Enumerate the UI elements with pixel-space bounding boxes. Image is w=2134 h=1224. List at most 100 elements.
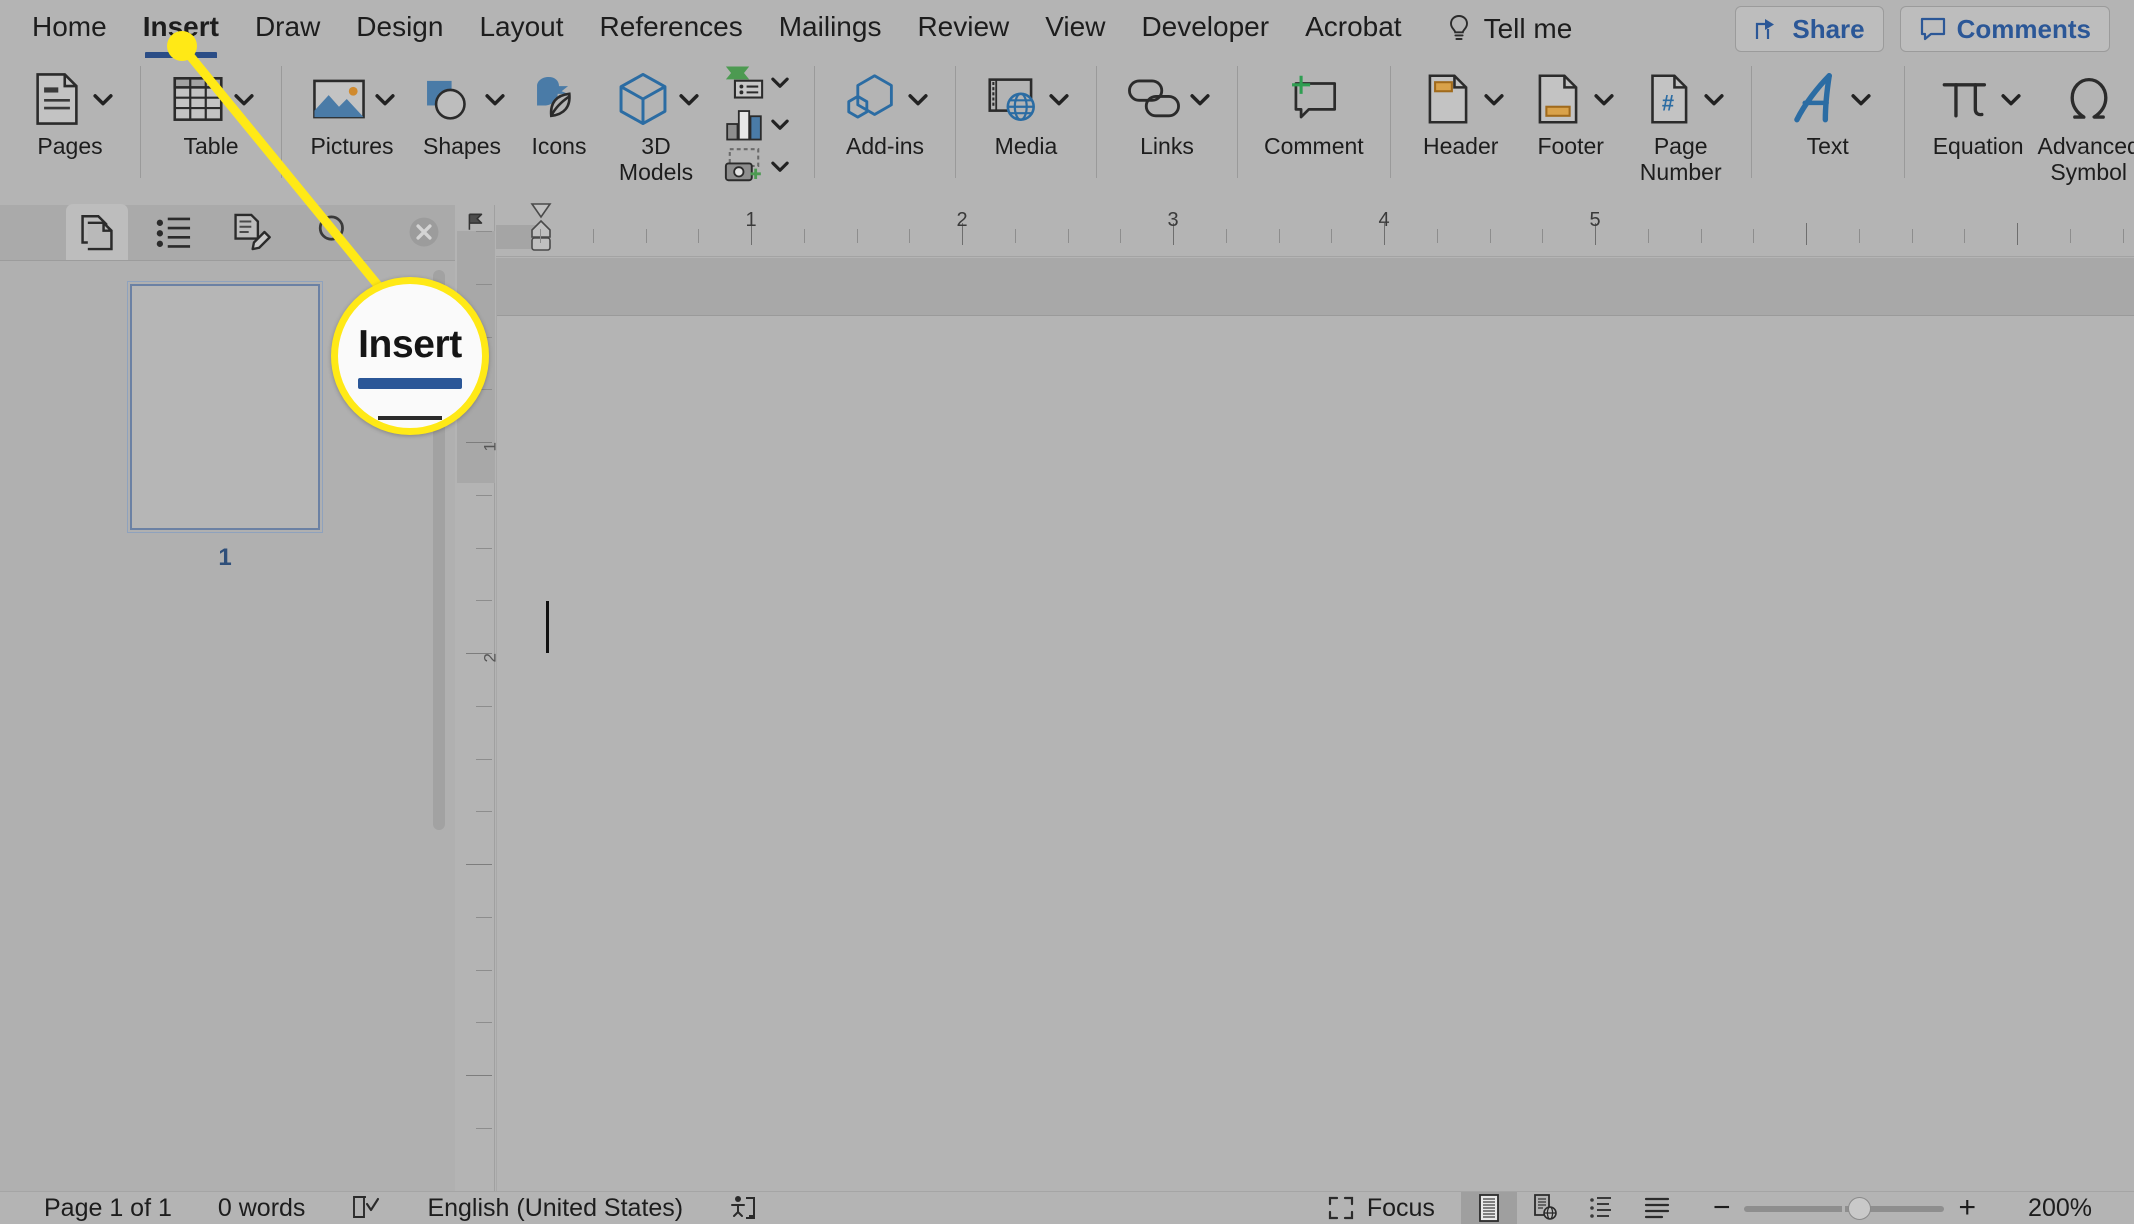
nav-search-button[interactable] [303, 204, 365, 260]
ribbon-button-equation[interactable]: Equation [1933, 58, 2024, 160]
ruler-minor-tick [2069, 229, 2071, 243]
page-count-status[interactable]: Page 1 of 1 [44, 1194, 172, 1223]
word-count-status[interactable]: 0 words [218, 1194, 306, 1223]
ribbon-tab-review[interactable]: Review [917, 11, 1009, 47]
view-outline-button[interactable] [1573, 1192, 1629, 1224]
chevron-down-icon[interactable] [1593, 68, 1615, 130]
ribbon-button-chart[interactable] [722, 104, 790, 144]
ribbon-tab-label: Developer [1141, 11, 1270, 42]
ribbon-tab-view[interactable]: View [1045, 11, 1105, 47]
vruler-minor-tick [476, 547, 492, 549]
ribbon-button-icons[interactable]: Icons [528, 58, 590, 160]
zoom-in-button[interactable]: + [1958, 1191, 1976, 1224]
zoom-out-button[interactable]: − [1713, 1191, 1731, 1224]
ribbon-button-links[interactable]: Links [1123, 58, 1211, 160]
ribbon-tab-insert[interactable]: Insert [143, 11, 219, 59]
page-thumbnail-number: 1 [218, 544, 232, 571]
vruler-minor-tick [476, 494, 492, 496]
tab-stop-marker[interactable] [465, 211, 487, 233]
ribbon-tab-design[interactable]: Design [356, 11, 443, 47]
ribbon-label-media: Media [994, 133, 1058, 159]
ribbon-label-header: Header [1422, 133, 1499, 159]
svg-text:#: # [1662, 91, 1674, 116]
focus-mode-button[interactable]: Focus [1327, 1194, 1435, 1223]
ribbon-button-comment[interactable]: Comment [1264, 58, 1364, 160]
ribbon-tab-home[interactable]: Home [32, 11, 107, 47]
ruler-tick-label: 5 [1589, 209, 1601, 231]
ruler-minor-tick [540, 229, 541, 243]
tell-me-search[interactable]: Tell me [1446, 13, 1572, 45]
ribbon-button-footer[interactable]: Footer [1527, 58, 1615, 160]
comments-label: Comments [1956, 13, 2091, 44]
ruler-minor-tick [1014, 229, 1016, 243]
chevron-down-icon[interactable] [907, 68, 929, 130]
ribbon-button-screenshot[interactable] [722, 146, 790, 186]
page-thumbnail-item[interactable]: 1 [127, 281, 323, 572]
zoom-slider[interactable] [1744, 1192, 1945, 1224]
accessibility-status-button[interactable] [729, 1194, 757, 1222]
ruler-tick-label: 1 [745, 209, 757, 231]
document-canvas[interactable] [496, 258, 2134, 1191]
chevron-down-icon[interactable] [374, 68, 396, 130]
nav-tab-outline[interactable] [142, 204, 204, 260]
ribbon-tab-layout[interactable]: Layout [479, 11, 563, 47]
chevron-down-icon[interactable] [1850, 68, 1872, 130]
comments-button[interactable]: Comments [1899, 6, 2110, 52]
chevron-down-icon[interactable] [484, 68, 506, 130]
ribbon-button-header[interactable]: Header [1417, 58, 1505, 160]
view-print-layout-button[interactable] [1460, 1191, 1517, 1224]
ribbon-button-smartart[interactable] [722, 62, 790, 102]
focus-label: Focus [1366, 1193, 1435, 1222]
chevron-down-icon[interactable] [1189, 68, 1211, 130]
vruler-major-tick [466, 864, 492, 865]
media-icon [988, 78, 1035, 121]
chevron-down-icon[interactable] [1703, 68, 1725, 130]
page-thumbnail[interactable] [127, 281, 323, 533]
ribbon-button-shapes[interactable]: Shapes [418, 58, 506, 160]
ribbon-button-text[interactable]: Text [1784, 58, 1872, 160]
print-layout-icon [1479, 1194, 1499, 1222]
ribbon-button-page-number[interactable]: # Page Number [1637, 58, 1725, 186]
chevron-down-icon[interactable] [92, 68, 114, 130]
chevron-down-icon[interactable] [2000, 68, 2022, 130]
chevron-down-icon[interactable] [770, 146, 790, 186]
ruler-minor-tick [1067, 229, 1069, 243]
nav-tab-thumbnails[interactable] [66, 204, 129, 260]
ribbon-button-pages[interactable]: Pages [26, 58, 114, 160]
ribbon-tab-acrobat[interactable]: Acrobat [1305, 11, 1402, 47]
ribbon-button-3d-models[interactable]: 3D Models [612, 58, 700, 186]
chevron-down-icon[interactable] [678, 68, 700, 130]
chevron-down-icon[interactable] [1483, 68, 1505, 130]
search-icon [318, 215, 350, 247]
ribbon-tab-mailings[interactable]: Mailings [779, 11, 882, 47]
ribbon-button-advanced-symbol[interactable]: Advanced Symbol [2038, 58, 2134, 186]
left-indent-marker[interactable] [530, 236, 552, 252]
chevron-down-icon[interactable] [1048, 68, 1070, 130]
ruler-minor-tick [1225, 229, 1227, 243]
chevron-down-icon[interactable] [233, 68, 255, 130]
ribbon-button-pictures[interactable]: Pictures [308, 58, 396, 160]
ribbon-button-media[interactable]: Media [982, 58, 1070, 160]
proofing-status-button[interactable] [351, 1194, 381, 1222]
ruler-minor-tick [803, 229, 805, 243]
equation-pi-icon [1942, 83, 1987, 118]
chevron-down-icon[interactable] [770, 62, 790, 102]
zoom-slider-handle[interactable] [1848, 1196, 1872, 1220]
ribbon-button-table[interactable]: Table [167, 58, 255, 160]
new-comment-icon [1291, 75, 1336, 119]
view-draft-button[interactable] [1629, 1192, 1685, 1224]
language-status[interactable]: English (United States) [427, 1194, 683, 1223]
nav-tab-reviewing[interactable] [218, 204, 280, 260]
ribbon-tab-developer[interactable]: Developer [1141, 11, 1269, 47]
nav-close-button[interactable] [393, 204, 455, 260]
ribbon-tab-draw[interactable]: Draw [255, 11, 320, 47]
share-button[interactable]: Share [1735, 6, 1884, 52]
view-web-layout-button[interactable] [1517, 1192, 1573, 1224]
horizontal-ruler[interactable]: 1 2 3 4 5 [496, 203, 2134, 257]
ribbon-tab-references[interactable]: References [600, 11, 743, 47]
ribbon-button-add-ins[interactable]: Add-ins [841, 58, 929, 160]
chevron-down-icon[interactable] [770, 104, 790, 144]
ribbon-tab-label: Home [32, 11, 107, 42]
ruler-minor-tick [1964, 229, 1966, 243]
zoom-level-label[interactable]: 200% [2002, 1194, 2092, 1223]
